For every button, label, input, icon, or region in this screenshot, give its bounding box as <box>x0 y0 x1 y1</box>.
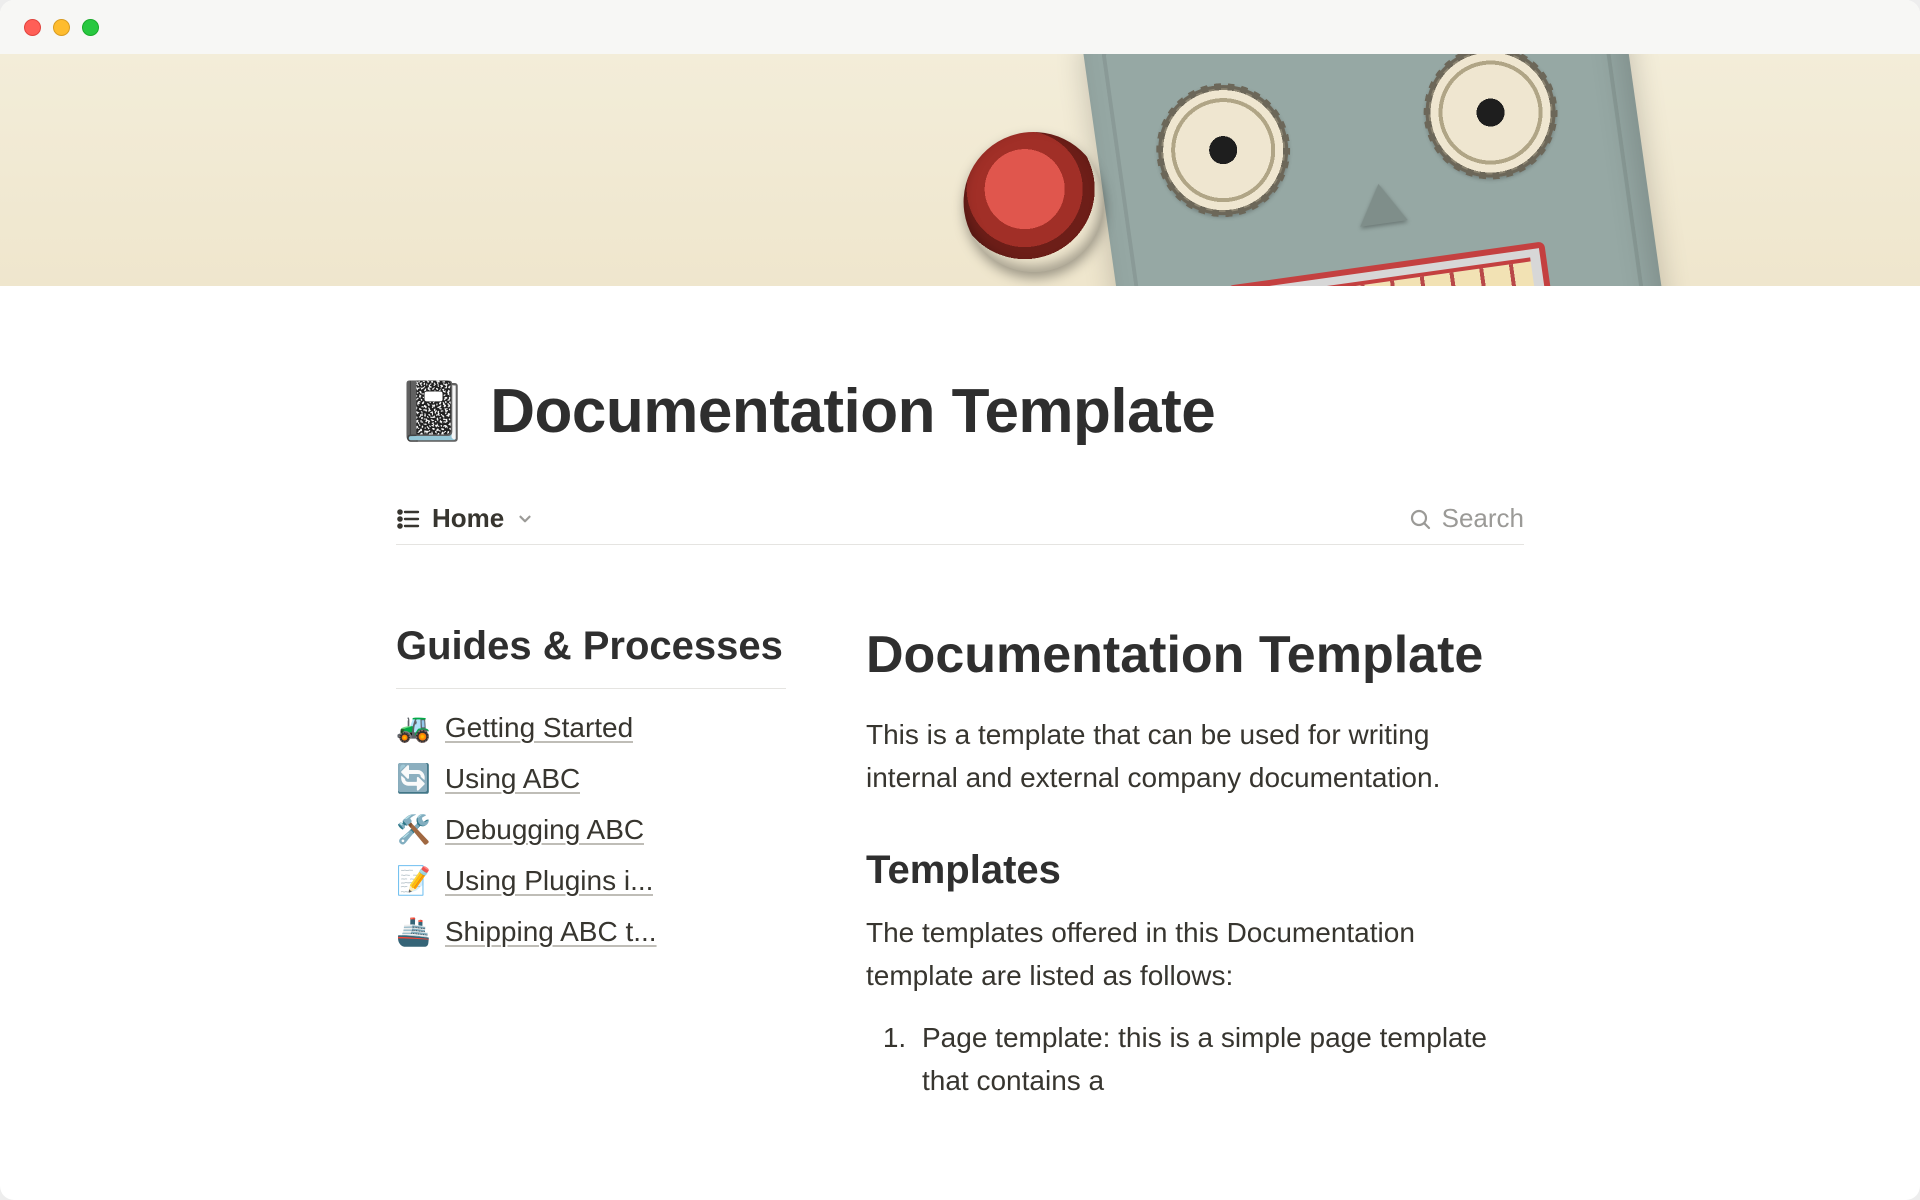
sidebar-item-using-plugins[interactable]: 📝 Using Plugins i... <box>396 864 786 897</box>
sidebar: Guides & Processes 🚜 Getting Started 🔄 U… <box>396 623 786 1102</box>
sidebar-item-debugging-abc[interactable]: 🛠️ Debugging ABC <box>396 813 786 846</box>
database-view-name: Home <box>432 503 504 534</box>
window-close-button[interactable] <box>24 19 41 36</box>
database-search-button[interactable]: Search <box>1408 503 1524 534</box>
window-minimize-button[interactable] <box>53 19 70 36</box>
sidebar-item-label: Shipping ABC t... <box>445 916 657 948</box>
page-content: 📓 Documentation Template <box>0 286 1920 1200</box>
cover-illustration <box>1081 54 1680 286</box>
sidebar-heading: Guides & Processes <box>396 623 786 689</box>
sidebar-item-shipping-abc[interactable]: 🚢 Shipping ABC t... <box>396 915 786 948</box>
page-title[interactable]: Documentation Template <box>490 376 1215 447</box>
section-intro-paragraph[interactable]: The templates offered in this Documentat… <box>866 911 1524 998</box>
sidebar-list: 🚜 Getting Started 🔄 Using ABC 🛠️ Debuggi… <box>396 711 786 948</box>
chevron-down-icon <box>516 510 534 528</box>
memo-icon: 📝 <box>396 864 431 897</box>
app-window: 📓 Documentation Template <box>0 0 1920 1200</box>
templates-ordered-list: Page template: this is a simple page tem… <box>914 1016 1524 1103</box>
sidebar-item-label: Using ABC <box>445 763 580 795</box>
database-view-bar: Home Search <box>396 503 1524 545</box>
refresh-icon: 🔄 <box>396 762 431 795</box>
sidebar-item-label: Debugging ABC <box>445 814 644 846</box>
window-controls <box>24 19 99 36</box>
section-heading-templates[interactable]: Templates <box>866 848 1524 893</box>
list-view-icon <box>396 507 420 531</box>
page-icon[interactable]: 📓 <box>396 383 468 441</box>
tools-icon: 🛠️ <box>396 813 431 846</box>
database-view-switcher[interactable]: Home <box>396 503 534 534</box>
search-icon <box>1408 507 1432 531</box>
window-zoom-button[interactable] <box>82 19 99 36</box>
content-intro-paragraph[interactable]: This is a template that can be used for … <box>866 713 1524 800</box>
sidebar-item-label: Using Plugins i... <box>445 865 654 897</box>
list-item[interactable]: Page template: this is a simple page tem… <box>914 1016 1524 1103</box>
sidebar-item-using-abc[interactable]: 🔄 Using ABC <box>396 762 786 795</box>
database-search-label: Search <box>1442 503 1524 534</box>
ship-icon: 🚢 <box>396 915 431 948</box>
tractor-icon: 🚜 <box>396 711 431 744</box>
window-titlebar <box>0 0 1920 54</box>
main-content: Documentation Template This is a templat… <box>866 623 1524 1102</box>
content-heading[interactable]: Documentation Template <box>866 625 1524 685</box>
page-cover[interactable] <box>0 54 1920 286</box>
sidebar-item-label: Getting Started <box>445 712 633 744</box>
sidebar-item-getting-started[interactable]: 🚜 Getting Started <box>396 711 786 744</box>
